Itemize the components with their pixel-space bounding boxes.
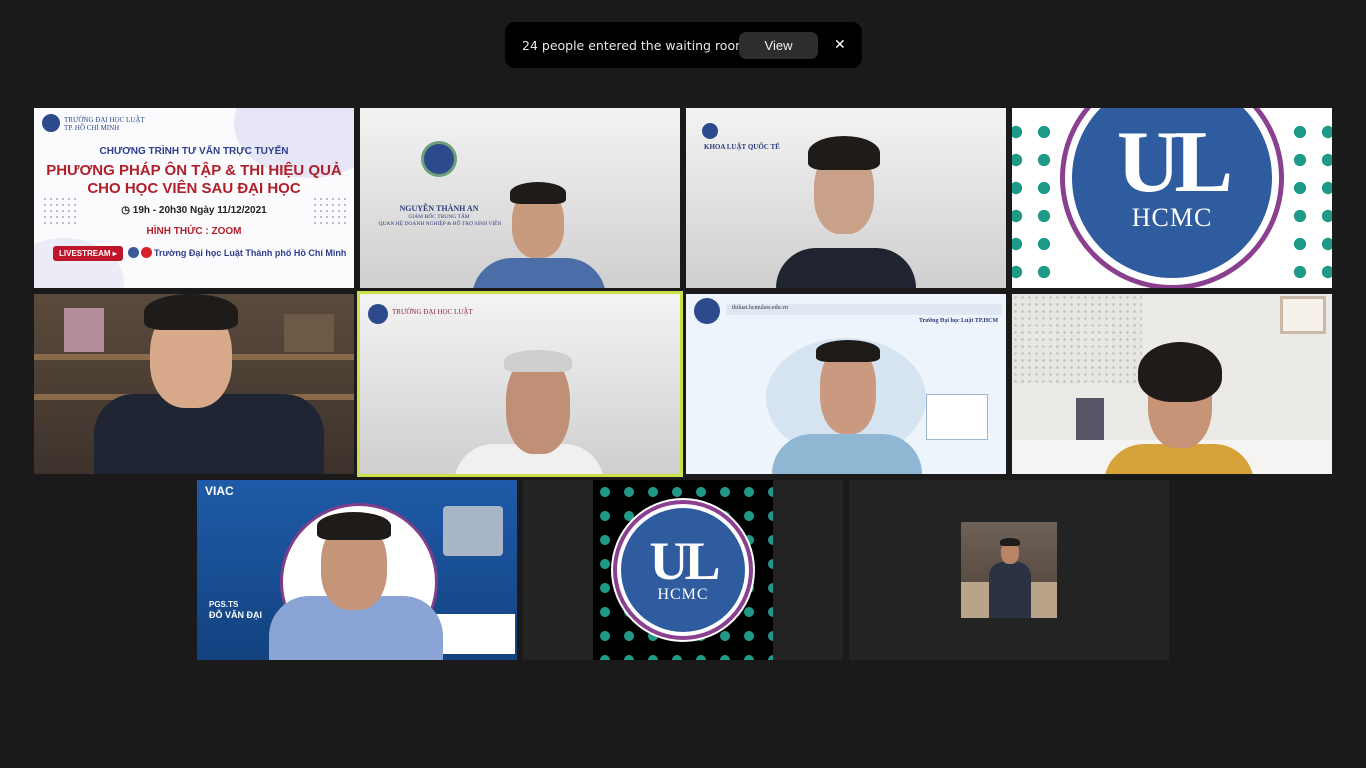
poster-line3: CHO HỌC VIÊN SAU ĐẠI HỌC — [87, 180, 301, 197]
poster-line2: PHƯƠNG PHÁP ÔN TẬP & THI HIỆU QUẢ — [46, 162, 342, 179]
clock-icon: ◷ — [121, 205, 133, 216]
poster-line1: CHƯƠNG TRÌNH TƯ VẤN TRỰC TUYẾN — [99, 146, 289, 157]
book — [284, 314, 334, 352]
logo-monogram: UL — [1116, 114, 1233, 211]
person-body — [472, 258, 606, 288]
viac-brand: VIAC — [205, 484, 234, 498]
faculty-label: KHOA LUẬT QUỐC TẾ — [704, 143, 780, 151]
person-body — [94, 394, 324, 474]
picture-frame — [1280, 296, 1326, 334]
book — [64, 308, 104, 352]
participant-title: GIÁM ĐỐC TRUNG TÂM — [408, 214, 470, 220]
youtube-icon — [141, 247, 152, 258]
poster-format: HÌNH THỨC : ZOOM — [146, 226, 242, 237]
person-hair — [510, 182, 566, 204]
chart-illustration — [926, 394, 988, 440]
school-logo-icon — [42, 114, 60, 132]
speaker-degree: PGS.TS — [209, 600, 239, 609]
scales-illustration — [443, 506, 503, 556]
poster-school-name: TRƯỜNG ĐẠI HỌC LUẬT TP. HỒ CHÍ MINH — [64, 116, 145, 132]
person-body — [1104, 444, 1254, 474]
person-hair — [816, 340, 880, 362]
speaker-name: ĐỖ VĂN ĐẠI — [209, 610, 263, 620]
person-hair — [317, 512, 391, 540]
school-name-text: TRƯỜNG ĐẠI HỌC LUẬT — [64, 116, 145, 124]
close-icon[interactable]: ✕ — [834, 37, 846, 53]
video-tile-participant-desk[interactable] — [1012, 294, 1332, 474]
poster-school-full: Trường Đại học Luật Thành phố Hồ Chí Min… — [154, 248, 347, 258]
view-waiting-room-button[interactable]: View — [739, 31, 818, 59]
person-hair — [1138, 342, 1222, 402]
pegboard — [1012, 294, 1142, 384]
elearning-url: thiluat.hcmulaw.edu.vn — [732, 305, 789, 311]
person-body — [776, 248, 916, 288]
video-tile-nguyen-thanh-an[interactable]: NGUYỄN THÀNH AN GIÁM ĐỐC TRUNG TÂM QUAN … — [360, 108, 680, 288]
video-tile-ul-logo[interactable]: UL HCMC — [1012, 108, 1332, 288]
leaf-decor — [1286, 118, 1332, 288]
livestream-badge: LIVESTREAM ▸ — [53, 246, 123, 261]
school-logo-icon — [702, 123, 718, 139]
ul-hcmc-logo: UL HCMC — [1072, 108, 1272, 278]
school-caption: TRƯỜNG ĐẠI HỌC LUẬT — [392, 308, 473, 316]
person-hair — [504, 350, 572, 372]
profile-photo-avatar — [961, 522, 1057, 618]
person-hair — [144, 294, 238, 330]
video-tile-ul-logo-dark[interactable]: UL HCMC — [523, 480, 843, 660]
person-body — [772, 434, 922, 474]
school-logo-icon — [368, 304, 388, 324]
notification-message: 24 people entered the waiting room — [522, 37, 748, 53]
logo-monogram: UL — [649, 531, 720, 591]
school-logo-icon — [431, 614, 515, 654]
poster-time: ◷ 19h - 20h30 Ngày 11/12/2021 — [34, 205, 354, 216]
school-logo-icon — [424, 144, 454, 174]
facebook-icon — [128, 247, 139, 258]
logo-city: HCMC — [657, 586, 709, 603]
video-tile-khoa-luat-quoc-te[interactable]: KHOA LUẬT QUỐC TẾ — [686, 108, 1006, 288]
video-tile-poster[interactable]: TRƯỜNG ĐẠI HỌC LUẬT TP. HỒ CHÍ MINH CHƯƠ… — [34, 108, 354, 288]
video-tile-viac[interactable]: VIAC PGS.TS ĐỖ VĂN ĐẠI — [197, 480, 517, 660]
poster-time-text: 19h - 20h30 Ngày 11/12/2021 — [132, 205, 267, 216]
ul-hcmc-logo: UL HCMC — [621, 508, 745, 632]
person-hair — [808, 136, 880, 170]
logo-city: HCMC — [1131, 203, 1213, 232]
person-hair — [1000, 538, 1020, 546]
person-body — [989, 562, 1031, 618]
waiting-room-notification: 24 people entered the waiting room View … — [505, 22, 862, 68]
school-city-text: TP. HỒ CHÍ MINH — [64, 124, 120, 132]
leaf-decor — [1012, 118, 1058, 288]
school-logo-icon — [694, 298, 720, 324]
video-tile-elearning[interactable]: thiluat.hcmulaw.edu.vn Trường Đại học Lu… — [686, 294, 1006, 474]
video-tile-participant-bookshelf[interactable] — [34, 294, 354, 474]
elearning-school: Trường Đại học Luật TP.HCM — [919, 318, 998, 324]
participant-title: QUAN HỆ DOANH NGHIỆP & HỖ TRỢ SINH VIÊN — [378, 221, 502, 227]
participant-name: NGUYỄN THÀNH AN — [399, 204, 479, 213]
books — [1076, 398, 1104, 440]
video-tile-active-speaker[interactable]: TRƯỜNG ĐẠI HỌC LUẬT — [357, 291, 683, 477]
livestream-text: LIVESTREAM — [59, 249, 111, 258]
